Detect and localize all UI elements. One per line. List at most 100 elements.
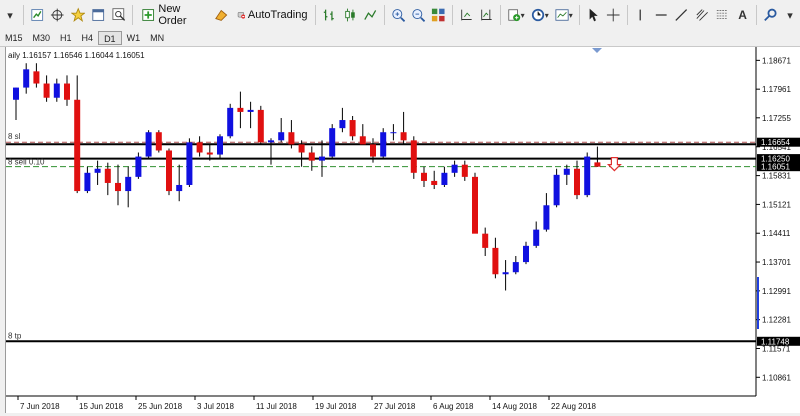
candle-body [115, 182, 121, 192]
tile-windows-icon [432, 8, 445, 22]
cursor-button[interactable] [584, 4, 602, 26]
new-chart-icon [31, 9, 43, 21]
candle-body [410, 140, 417, 173]
fibonacci-button[interactable] [693, 4, 711, 26]
candle-body [329, 128, 336, 157]
chart-window-button[interactable] [89, 4, 107, 26]
new-order-label: New Order [158, 3, 187, 27]
zoom-window-button[interactable] [110, 4, 128, 26]
price-tick-label: 1.13701 [762, 258, 791, 267]
cursor-arrow-icon [589, 8, 598, 22]
chart-shift-button[interactable] [477, 4, 495, 26]
dropdown-arrow-icon: ▾ [520, 10, 525, 20]
candle-body [186, 142, 193, 185]
candle-body [145, 132, 152, 157]
new-order-icon [142, 9, 155, 21]
toolbar-overflow-button[interactable]: ▾ [781, 4, 799, 26]
zoom-out-button[interactable] [409, 4, 427, 26]
zoom-out-icon [412, 9, 426, 22]
toolbar-separator [499, 5, 501, 25]
timeframe-d1[interactable]: D1 [98, 31, 122, 45]
auto-scroll-button[interactable] [457, 4, 475, 26]
crosshair-button[interactable] [604, 4, 622, 26]
auto-scroll-icon [461, 9, 472, 21]
chart-window[interactable]: aily 1.16157 1.16546 1.16044 1.16051 8 s… [5, 47, 800, 413]
crosshair-profiles-button[interactable] [48, 4, 66, 26]
candle-body [390, 132, 397, 134]
favorites-button[interactable] [69, 4, 87, 26]
toolbar-separator [451, 5, 453, 25]
candle-body [370, 144, 376, 157]
toolbar-separator [315, 5, 317, 25]
take-profit-label: 8 tp [8, 331, 22, 340]
trend-line-button[interactable] [672, 4, 690, 26]
templates-icon [555, 9, 569, 21]
price-tick-label: 1.17255 [762, 114, 791, 123]
gann-button[interactable] [713, 4, 731, 26]
line-chart-button[interactable] [361, 4, 379, 26]
star-icon [70, 7, 86, 23]
candle-body [196, 142, 203, 153]
text-button[interactable]: A [734, 4, 752, 26]
stop-loss-price-badge: 1.16654 [757, 137, 800, 147]
toolbar-separator [578, 5, 580, 25]
timeframe-m15[interactable]: M15 [0, 31, 28, 45]
price-tick-label: 1.15121 [762, 200, 791, 209]
candlesticks-button[interactable] [341, 4, 359, 26]
candle-body [533, 229, 540, 246]
timeframe-m30[interactable]: M30 [28, 31, 56, 45]
vertical-line-button[interactable] [631, 4, 649, 26]
zoom-in-button[interactable] [389, 4, 407, 26]
candle-body [594, 162, 601, 167]
zoom-in-icon [391, 9, 405, 22]
autotrading-icon [237, 12, 245, 19]
time-axis-label: 11 Jul 2018 [256, 402, 297, 411]
candle-body [74, 99, 81, 192]
main-toolbar: ▾ New Order AutoTrading ▾ ▾ ▾ A ▾ [0, 0, 800, 31]
time-axis-label: 22 Aug 2018 [551, 402, 596, 411]
candle-body [349, 120, 356, 137]
time-axis-label: 19 Jul 2018 [315, 402, 357, 411]
candle-body [553, 174, 560, 206]
toolbar-separator [23, 5, 24, 25]
candle-body [217, 136, 223, 155]
bid-price-badge: 1.16051 [757, 162, 800, 172]
candle-body [472, 176, 478, 234]
timeframe-h4[interactable]: H4 [77, 31, 99, 45]
indicators-button[interactable]: ▾ [505, 4, 527, 26]
metaeditor-button[interactable] [212, 4, 230, 26]
chart-shift-icon [481, 9, 492, 21]
stop-loss-price: 1.16654 [761, 138, 790, 147]
magnifier-window-icon [112, 8, 125, 21]
candle-body [23, 69, 30, 88]
new-chart-button[interactable] [28, 4, 46, 26]
timeframe-mn[interactable]: MN [145, 31, 169, 45]
timeframe-h1[interactable]: H1 [55, 31, 77, 45]
candle-body [13, 87, 19, 100]
templates-button[interactable]: ▾ [553, 4, 575, 26]
tile-windows-button[interactable] [429, 4, 447, 26]
line-chart-icon [364, 10, 377, 20]
toolbar-menu-arrow[interactable]: ▾ [1, 4, 19, 26]
candle-body [237, 107, 244, 112]
trend-line-icon [675, 9, 688, 21]
candle-body [53, 83, 60, 98]
candle-body [400, 132, 407, 141]
horizontal-line-icon [655, 14, 667, 16]
stop-loss-label: 8 sl [8, 132, 21, 141]
candle-body [359, 136, 366, 145]
autotrading-button[interactable]: AutoTrading [233, 4, 312, 26]
autotrading-label: AutoTrading [247, 9, 308, 21]
candle-body [512, 262, 519, 273]
horizontal-line-button[interactable] [652, 4, 670, 26]
timeframe-w1[interactable]: W1 [122, 31, 146, 45]
periods-button[interactable]: ▾ [529, 4, 551, 26]
bar-chart-button[interactable] [320, 4, 338, 26]
price-tick-label: 1.12991 [762, 287, 791, 296]
time-axis-label: 6 Aug 2018 [433, 402, 474, 411]
candle-body [563, 168, 570, 175]
new-order-button[interactable]: New Order [137, 3, 210, 27]
search-button[interactable] [761, 4, 779, 26]
candle-body [308, 152, 315, 161]
price-chart[interactable]: aily 1.16157 1.16546 1.16044 1.16051 8 s… [6, 47, 800, 413]
